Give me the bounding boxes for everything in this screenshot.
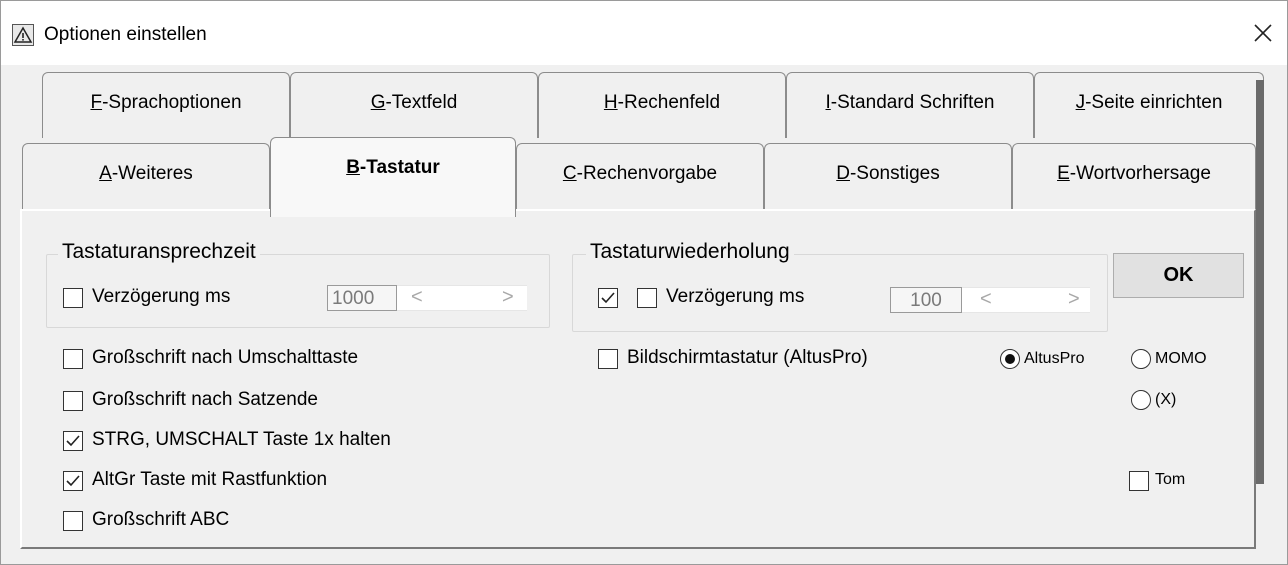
- wiederholung-enable-checkbox[interactable]: [598, 288, 618, 308]
- wiederholung-delay-label: Verzögerung ms: [666, 286, 805, 307]
- close-button[interactable]: [1245, 15, 1281, 51]
- group-title-ansprechzeit: Tastaturansprechzeit: [58, 240, 260, 264]
- radio-altuspro-label: AltusPro: [1024, 350, 1085, 367]
- title-bar: Optionen einstellen: [1, 1, 1287, 65]
- wiederholung-right-arrow[interactable]: >: [1068, 287, 1080, 311]
- group-title-wiederholung: Tastaturwiederholung: [586, 240, 794, 264]
- screen-keyboard-checkbox[interactable]: [598, 349, 618, 369]
- tab-seite-einrichten[interactable]: J-Seite einrichten: [1034, 72, 1264, 138]
- close-icon: [1254, 24, 1272, 42]
- ansprech-delay-label: Verzögerung ms: [92, 286, 231, 307]
- option-checkbox[interactable]: [63, 431, 83, 451]
- tab-sprachoptionen[interactable]: F-Sprachoptionen: [42, 72, 290, 138]
- radio-x-label: (X): [1155, 391, 1177, 408]
- tab-wortvorhersage[interactable]: E-Wortvorhersage: [1012, 143, 1256, 209]
- option-label: STRG, UMSCHALT Taste 1x halten: [92, 429, 391, 450]
- tab-weiteres[interactable]: A-Weiteres: [22, 143, 270, 209]
- ok-button[interactable]: OK: [1113, 253, 1244, 298]
- tab-rechenvorgabe[interactable]: C-Rechenvorgabe: [516, 143, 764, 209]
- radio-x[interactable]: [1131, 390, 1151, 410]
- ansprech-delay-value[interactable]: 1000: [327, 285, 397, 311]
- tom-checkbox[interactable]: [1129, 471, 1149, 491]
- option-label: Großschrift nach Satzende: [92, 389, 318, 410]
- tab-tastatur[interactable]: B-Tastatur: [270, 137, 516, 217]
- checkmark-icon: [66, 475, 80, 487]
- radio-selected-dot: [1005, 354, 1015, 364]
- option-label: Großschrift nach Umschalttaste: [92, 347, 359, 368]
- window-title: Optionen einstellen: [44, 24, 207, 45]
- tab-sonstiges[interactable]: D-Sonstiges: [764, 143, 1012, 209]
- checkmark-icon: [601, 292, 615, 304]
- wiederholung-delay-value[interactable]: 100: [890, 287, 962, 313]
- radio-momo[interactable]: [1131, 349, 1151, 369]
- panel-shadow: [1256, 80, 1264, 484]
- option-label: Großschrift ABC: [92, 509, 230, 530]
- tab-textfeld[interactable]: G-Textfeld: [290, 72, 538, 138]
- tab-rechenfeld[interactable]: H-Rechenfeld: [538, 72, 786, 138]
- radio-momo-label: MOMO: [1155, 350, 1207, 367]
- wiederholung-delay-checkbox[interactable]: [637, 288, 657, 308]
- ansprech-delay-checkbox[interactable]: [63, 288, 83, 308]
- checkmark-icon: [66, 435, 80, 447]
- ansprech-right-arrow[interactable]: >: [502, 285, 514, 309]
- option-label: AltGr Taste mit Rastfunktion: [92, 469, 328, 490]
- wiederholung-left-arrow[interactable]: <: [980, 287, 992, 311]
- warning-icon: [12, 24, 34, 46]
- tab-standard-schriften[interactable]: I-Standard Schriften: [786, 72, 1034, 138]
- option-checkbox[interactable]: [63, 349, 83, 369]
- option-checkbox[interactable]: [63, 471, 83, 491]
- option-checkbox[interactable]: [63, 511, 83, 531]
- ansprech-left-arrow[interactable]: <: [411, 285, 423, 309]
- radio-altuspro[interactable]: [1000, 349, 1020, 369]
- option-checkbox[interactable]: [63, 391, 83, 411]
- screen-keyboard-label: Bildschirmtastatur (AltusPro): [627, 347, 868, 368]
- tom-label: Tom: [1155, 471, 1186, 488]
